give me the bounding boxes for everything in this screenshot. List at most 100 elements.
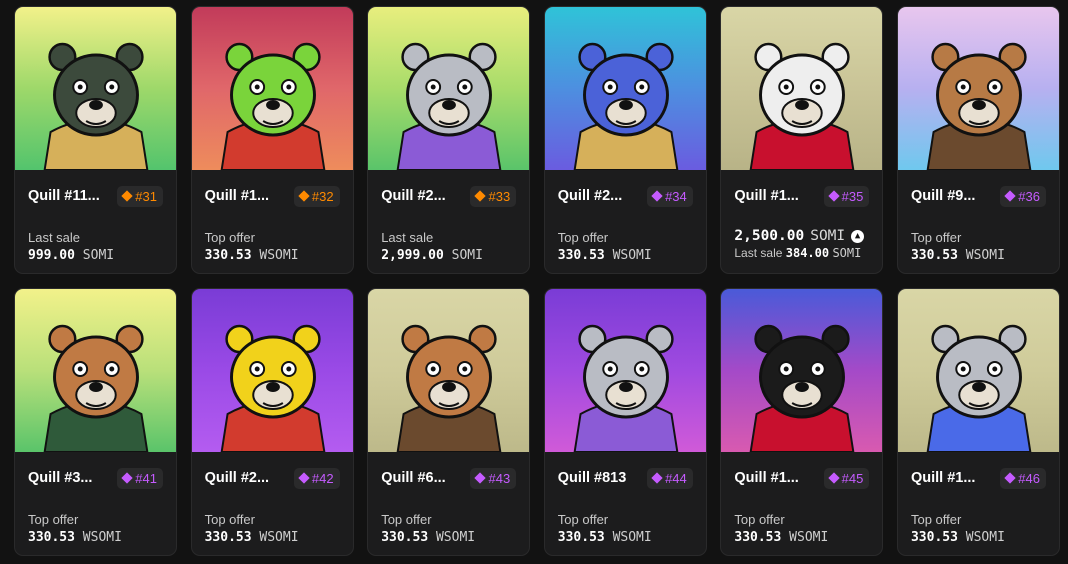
nft-image[interactable] bbox=[897, 289, 1059, 452]
nft-name[interactable]: Quill #3... bbox=[28, 470, 92, 486]
price-label: Top offer bbox=[910, 512, 962, 527]
nft-image[interactable] bbox=[368, 289, 530, 452]
rarity-diamond-icon bbox=[1004, 190, 1016, 202]
nft-card[interactable]: Quill #1... #32 Top offer 330.53 WSOMI bbox=[190, 6, 354, 274]
rarity-rank-badge: #42 bbox=[293, 467, 340, 489]
nft-name[interactable]: Quill #9... bbox=[911, 188, 975, 204]
nft-card[interactable]: Quill #9... #36 Top offer 330.53 WSOMI bbox=[896, 6, 1060, 274]
price-currency: WSOMI bbox=[435, 530, 476, 545]
nft-card[interactable]: Quill #1... #45 Top offer 330.53 WSOMI bbox=[720, 288, 884, 556]
bear-artwork-icon bbox=[544, 289, 706, 452]
nft-card[interactable]: Quill #2... #34 Top offer 330.53 WSOMI bbox=[543, 6, 707, 274]
nft-card[interactable]: Quill #1... #35 2,500.00 SOMI ▲ Last sal… bbox=[720, 6, 884, 274]
price-label: Top offer bbox=[204, 230, 255, 245]
nft-name[interactable]: Quill #2... bbox=[381, 188, 445, 204]
nft-name[interactable]: Quill #11... bbox=[28, 188, 100, 204]
bear-artwork-icon bbox=[15, 289, 176, 452]
nft-grid: Quill #11... #31 Last sale 999.00 SOMI Q… bbox=[14, 6, 1060, 556]
nft-card[interactable]: Quill #813 #44 Top offer 330.53 WSOMI bbox=[543, 288, 707, 556]
rarity-rank: #36 bbox=[1018, 188, 1040, 204]
last-sale-currency: SOMI bbox=[832, 246, 862, 260]
nft-card[interactable]: Quill #1... #46 Top offer 330.53 WSOMI bbox=[896, 288, 1060, 556]
price: 999.00 SOMI bbox=[28, 248, 163, 263]
price-currency: WSOMI bbox=[259, 530, 299, 545]
rarity-rank-badge: #36 bbox=[1000, 185, 1046, 207]
rarity-rank-badge: #43 bbox=[470, 467, 517, 489]
card-info: Quill #1... #32 Top offer 330.53 WSOMI bbox=[192, 184, 353, 263]
nft-name[interactable]: Quill #1... bbox=[911, 470, 975, 486]
price-currency: WSOMI bbox=[965, 530, 1005, 545]
nft-name[interactable]: Quill #2... bbox=[558, 188, 622, 204]
rarity-diamond-icon bbox=[298, 472, 310, 484]
price-currency: WSOMI bbox=[259, 248, 299, 263]
price: 330.53 WSOMI bbox=[911, 530, 1046, 545]
rarity-diamond-icon bbox=[651, 190, 663, 202]
price: 330.53 WSOMI bbox=[558, 248, 693, 263]
price: 330.53 WSOMI bbox=[205, 248, 340, 263]
nft-name[interactable]: Quill #1... bbox=[205, 188, 269, 204]
card-info: Quill #6... #43 Top offer 330.53 WSOMI bbox=[368, 466, 529, 545]
price-amount: 330.53 bbox=[28, 530, 75, 545]
card-info: Quill #1... #45 Top offer 330.53 WSOMI bbox=[721, 466, 882, 545]
nft-card[interactable]: Quill #3... #41 Top offer 330.53 WSOMI bbox=[14, 288, 177, 556]
card-header: Quill #2... #33 bbox=[381, 184, 517, 208]
price-label: Top offer bbox=[910, 230, 962, 245]
rarity-rank: #35 bbox=[841, 188, 864, 204]
nft-image[interactable] bbox=[191, 289, 353, 452]
rarity-rank-badge: #34 bbox=[647, 185, 693, 207]
card-header: Quill #1... #32 bbox=[205, 184, 340, 208]
rarity-rank-badge: #35 bbox=[823, 185, 870, 207]
price-amount: 330.53 bbox=[734, 530, 782, 545]
price-currency: SOMI bbox=[451, 248, 483, 263]
price: 330.53 WSOMI bbox=[381, 530, 516, 545]
nft-image[interactable] bbox=[544, 7, 706, 170]
bear-artwork-icon bbox=[368, 289, 530, 452]
rarity-rank: #43 bbox=[488, 470, 511, 486]
rarity-rank: #33 bbox=[488, 188, 511, 204]
price-label: Top offer bbox=[557, 512, 609, 527]
nft-image[interactable] bbox=[191, 7, 353, 170]
bear-artwork-icon bbox=[897, 7, 1059, 170]
price-amount: 330.53 bbox=[557, 248, 605, 263]
price-label: Top offer bbox=[28, 512, 79, 527]
nft-image[interactable] bbox=[368, 7, 530, 170]
nft-image[interactable] bbox=[15, 7, 176, 170]
price: 330.53 WSOMI bbox=[205, 530, 340, 545]
rarity-diamond-icon bbox=[651, 472, 663, 484]
rarity-diamond-icon bbox=[121, 472, 133, 484]
nft-image[interactable] bbox=[544, 289, 706, 452]
rarity-rank: #44 bbox=[665, 470, 687, 486]
rarity-rank: #46 bbox=[1018, 470, 1040, 486]
listing-price: 2,500.00 SOMI ▲ bbox=[734, 228, 869, 244]
nft-name[interactable]: Quill #1... bbox=[734, 470, 798, 486]
bear-artwork-icon bbox=[191, 7, 353, 170]
nft-name[interactable]: Quill #813 bbox=[558, 470, 627, 486]
rarity-rank-badge: #32 bbox=[293, 185, 340, 207]
bear-artwork-icon bbox=[721, 7, 883, 170]
card-info: Quill #1... #35 2,500.00 SOMI ▲ Last sal… bbox=[721, 184, 882, 260]
nft-image[interactable] bbox=[721, 289, 883, 452]
rarity-rank-badge: #41 bbox=[117, 467, 163, 489]
nft-name[interactable]: Quill #2... bbox=[205, 470, 269, 486]
nft-card[interactable]: Quill #11... #31 Last sale 999.00 SOMI bbox=[14, 6, 177, 274]
nft-image[interactable] bbox=[897, 7, 1059, 170]
price-amount: 330.53 bbox=[910, 530, 958, 545]
nft-image[interactable] bbox=[15, 289, 176, 452]
nft-name[interactable]: Quill #1... bbox=[734, 188, 798, 204]
bear-artwork-icon bbox=[368, 7, 530, 170]
card-header: Quill #6... #43 bbox=[381, 466, 517, 490]
nft-card[interactable]: Quill #2... #42 Top offer 330.53 WSOMI bbox=[190, 288, 354, 556]
nft-name[interactable]: Quill #6... bbox=[381, 470, 445, 486]
bear-artwork-icon bbox=[15, 7, 176, 170]
nft-card[interactable]: Quill #6... #43 Top offer 330.53 WSOMI bbox=[367, 288, 531, 556]
card-header: Quill #1... #46 bbox=[911, 466, 1046, 490]
price-amount: 330.53 bbox=[910, 248, 958, 263]
card-info: Quill #1... #46 Top offer 330.53 WSOMI bbox=[898, 466, 1059, 545]
price-currency: WSOMI bbox=[965, 248, 1005, 263]
price-label: Top offer bbox=[204, 512, 255, 527]
nft-card[interactable]: Quill #2... #33 Last sale 2,999.00 SOMI bbox=[367, 6, 531, 274]
nft-image[interactable] bbox=[721, 7, 883, 170]
rarity-rank: #41 bbox=[135, 470, 157, 486]
price-currency: WSOMI bbox=[612, 248, 652, 263]
card-info: Quill #2... #42 Top offer 330.53 WSOMI bbox=[192, 466, 353, 545]
